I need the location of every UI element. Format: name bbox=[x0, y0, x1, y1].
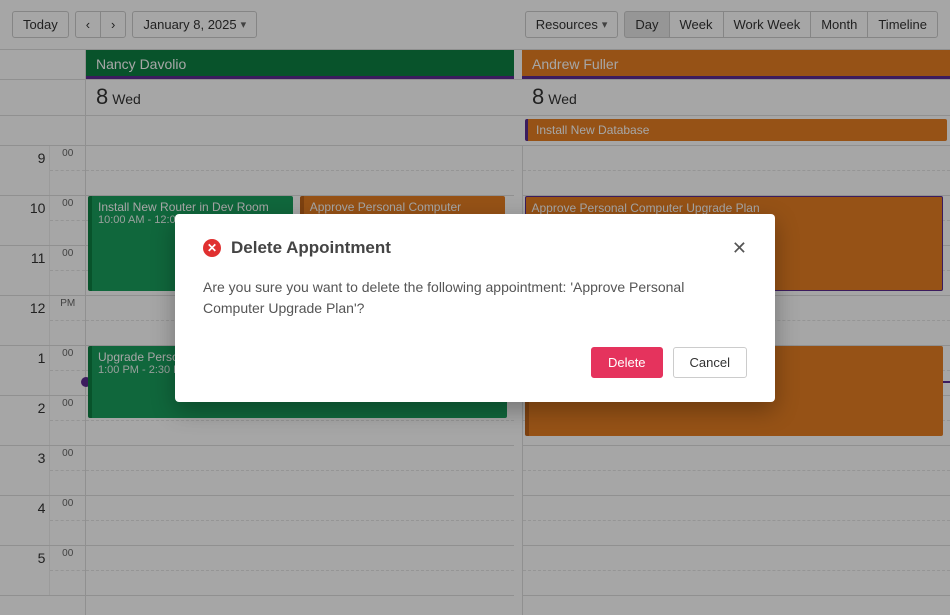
delete-button[interactable]: Delete bbox=[591, 347, 663, 378]
delete-dialog: ✕ Delete Appointment ✕ Are you sure you … bbox=[175, 214, 775, 402]
modal-overlay[interactable]: ✕ Delete Appointment ✕ Are you sure you … bbox=[0, 0, 950, 615]
dialog-header: ✕ Delete Appointment ✕ bbox=[203, 238, 747, 259]
dialog-body: Are you sure you want to delete the foll… bbox=[203, 277, 747, 319]
error-icon: ✕ bbox=[203, 239, 221, 257]
dialog-title: Delete Appointment bbox=[231, 238, 722, 258]
dialog-footer: Delete Cancel bbox=[203, 347, 747, 378]
cancel-button[interactable]: Cancel bbox=[673, 347, 747, 378]
close-icon[interactable]: ✕ bbox=[732, 238, 747, 259]
